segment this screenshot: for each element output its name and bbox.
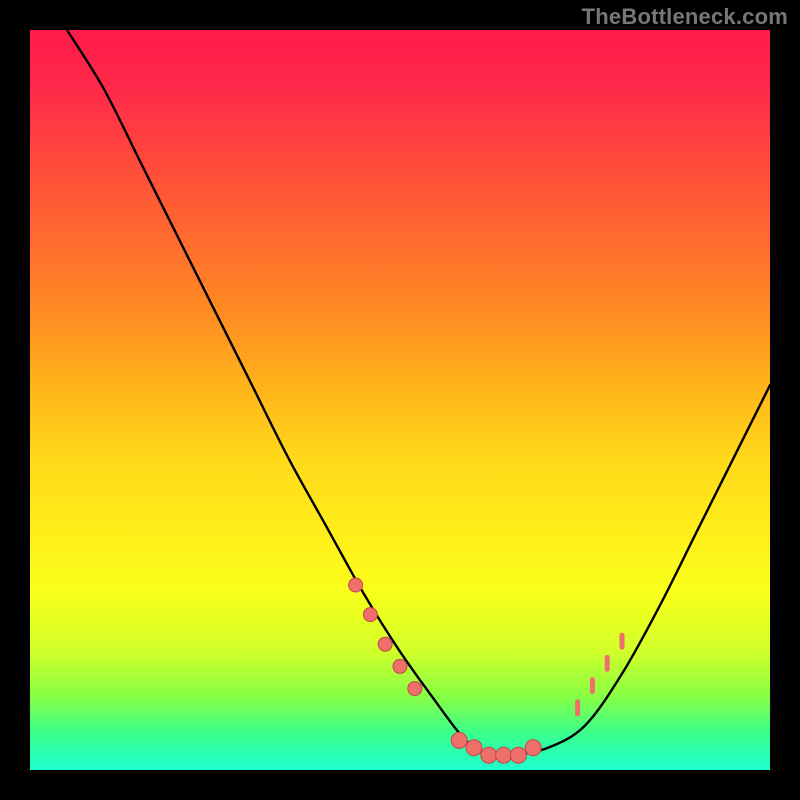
chart-stage: TheBottleneck.com <box>0 0 800 800</box>
watermark-text: TheBottleneck.com <box>582 4 788 30</box>
plot-background <box>30 30 770 770</box>
